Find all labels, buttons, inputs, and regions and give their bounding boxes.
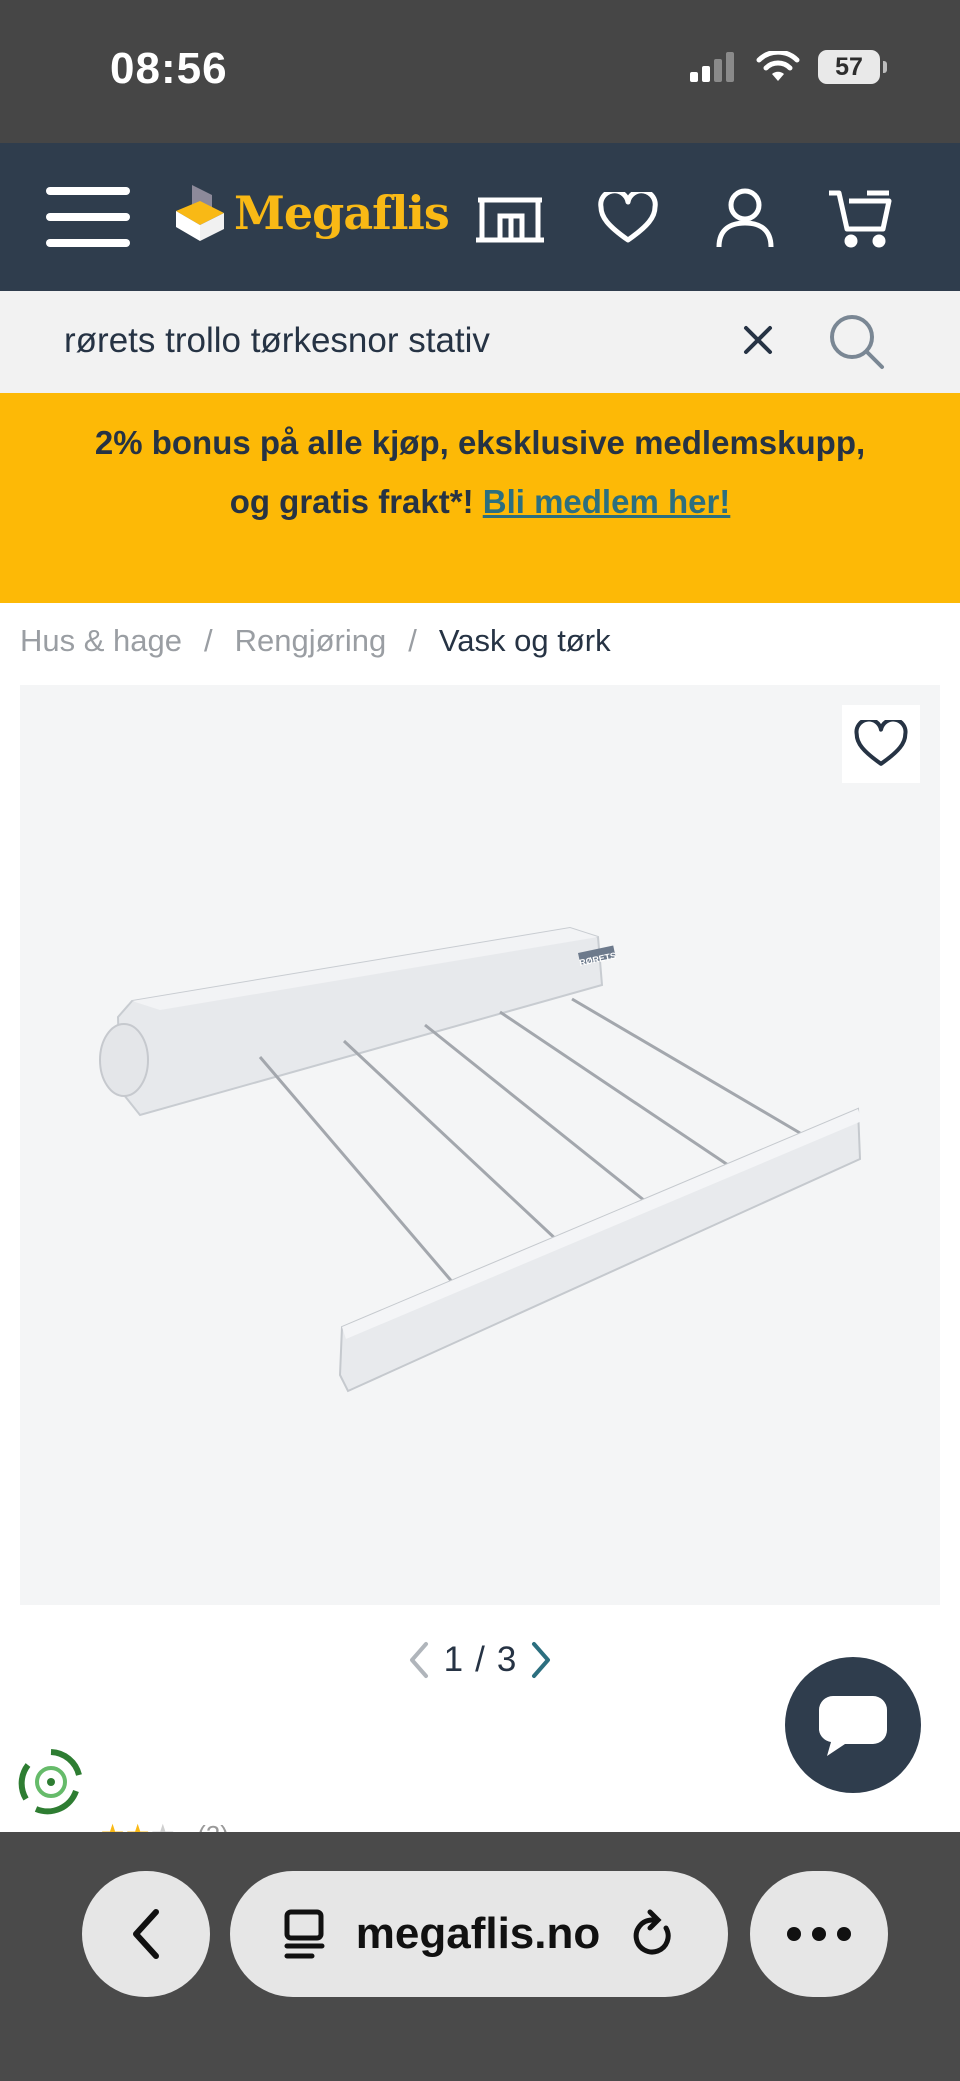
eco-recycle-icon[interactable]	[16, 1747, 86, 1817]
membership-promo-banner: 2% bonus på alle kjøp, eksklusive medlem…	[0, 393, 960, 603]
site-header: Megaflis	[0, 143, 960, 291]
chat-bubble-icon	[819, 1696, 887, 1756]
breadcrumb-item-rengjoring[interactable]: Rengjøring	[235, 623, 387, 659]
breadcrumb-item-current: Vask og tørk	[438, 623, 611, 658]
battery-indicator: 57	[818, 50, 887, 84]
breadcrumb-separator: /	[204, 623, 213, 658]
logo-mark-icon	[176, 185, 224, 241]
chevron-right-icon[interactable]	[528, 1640, 554, 1680]
search-icon[interactable]	[828, 313, 886, 371]
clear-search-icon[interactable]	[733, 315, 783, 365]
status-bar: 08:56 57	[0, 0, 960, 143]
pager-total: 3	[496, 1640, 517, 1679]
account-icon[interactable]	[707, 183, 783, 253]
clothesline-product-illustration: RØRETS	[99, 926, 862, 1393]
cellular-signal-icon	[690, 52, 734, 82]
more-dots-icon	[787, 1927, 851, 1941]
wifi-icon	[756, 51, 800, 81]
promo-text: 2% bonus på alle kjøp, eksklusive medlem…	[94, 424, 866, 520]
menu-icon[interactable]	[46, 187, 130, 247]
breadcrumb-separator: /	[408, 623, 417, 658]
reload-icon[interactable]	[628, 1908, 676, 1960]
chat-button[interactable]	[785, 1657, 921, 1793]
search-input[interactable]: rørets trollo tørkesnor stativ	[64, 321, 490, 361]
image-pager: 1 / 3	[380, 1632, 580, 1688]
status-time: 08:56	[110, 44, 228, 93]
more-options-button[interactable]	[750, 1871, 888, 1997]
logo-text: Megaflis	[234, 186, 450, 240]
browser-toolbar: megaflis.no	[0, 1832, 960, 2081]
url-text: megaflis.no	[355, 1909, 601, 1958]
address-bar[interactable]: megaflis.no	[230, 1871, 728, 1997]
chevron-left-icon[interactable]	[406, 1640, 432, 1680]
cart-icon[interactable]	[822, 183, 898, 253]
status-icons: 57	[690, 50, 887, 84]
product-image[interactable]: RØRETS	[20, 685, 940, 1605]
join-membership-link[interactable]: Bli medlem her!	[483, 483, 731, 520]
breadcrumb-item-hus-hage[interactable]: Hus & hage	[20, 623, 182, 659]
chevron-left-icon	[133, 1909, 159, 1959]
pager-current: 1	[443, 1640, 464, 1679]
heart-icon[interactable]	[590, 183, 666, 253]
breadcrumb: Hus & hage / Rengjøring / Vask og tørk	[20, 623, 611, 659]
pager-separator: /	[475, 1640, 485, 1679]
back-button[interactable]	[82, 1871, 210, 1997]
logo[interactable]: Megaflis	[172, 181, 450, 245]
search-bar: rørets trollo tørkesnor stativ	[0, 291, 960, 393]
store-icon[interactable]	[472, 183, 548, 253]
page-format-icon	[284, 1909, 325, 1959]
